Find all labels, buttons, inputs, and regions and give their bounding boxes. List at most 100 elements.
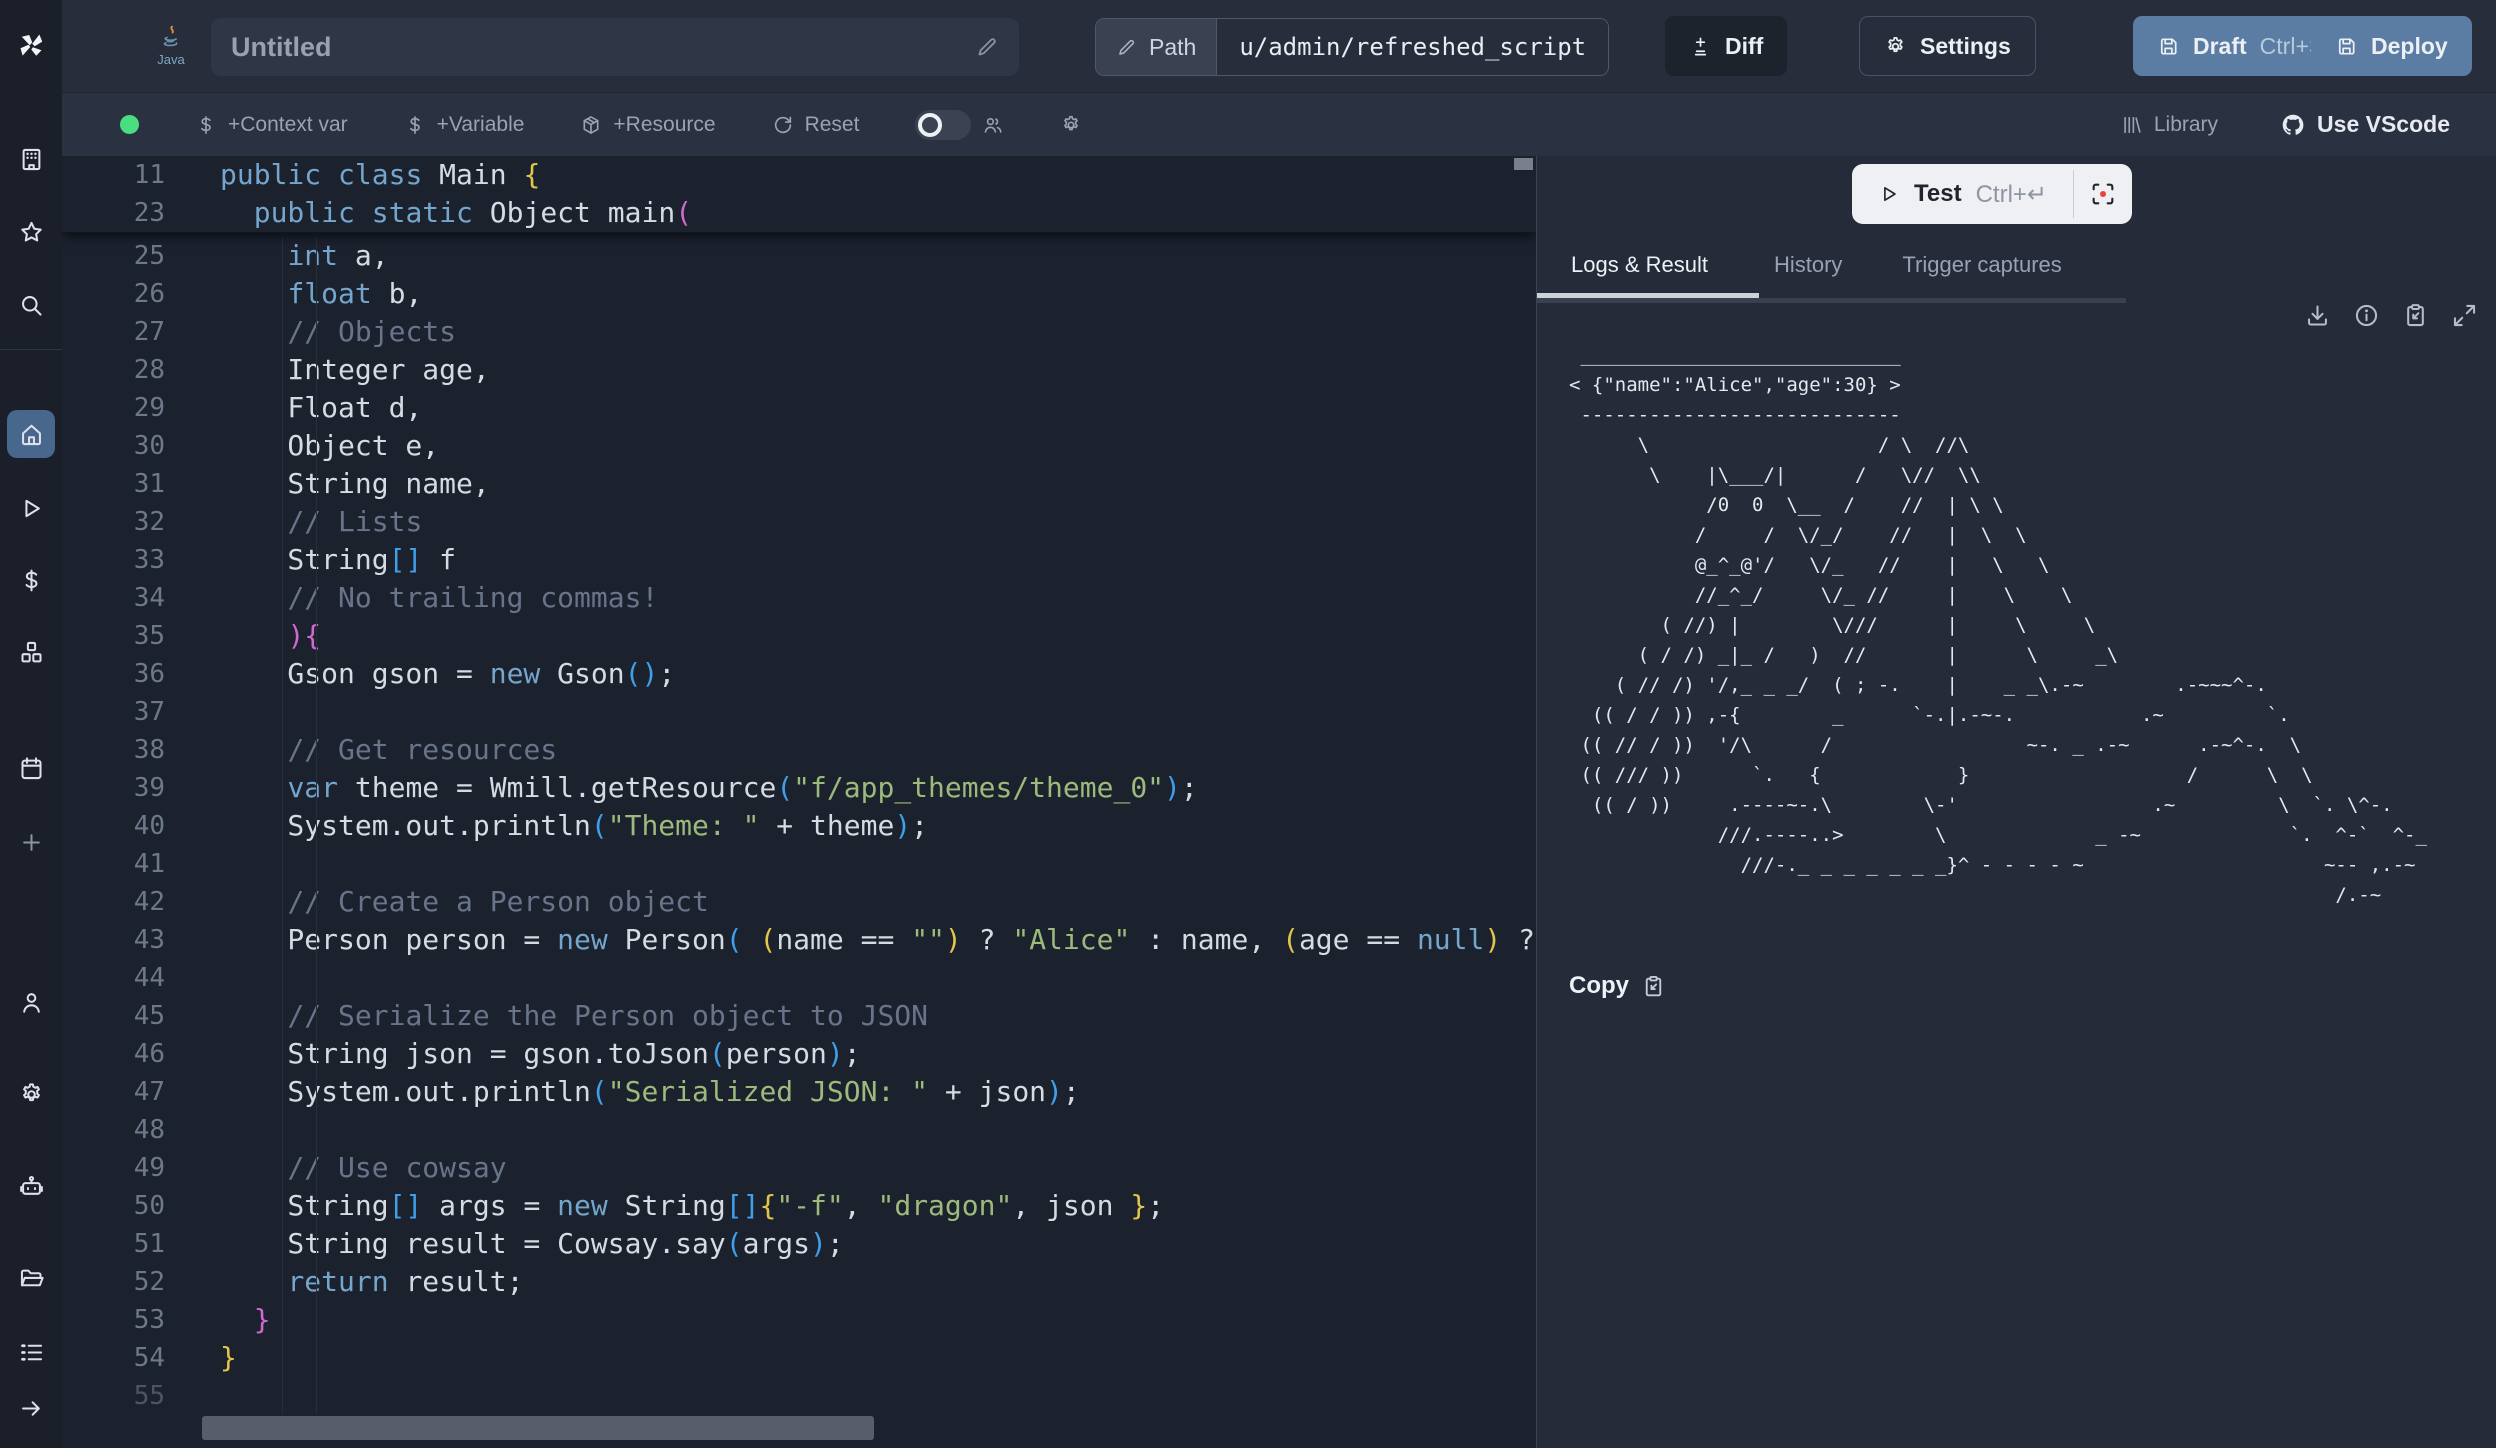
sidebar-item-gear-icon[interactable]: [7, 1070, 55, 1118]
code-line-52[interactable]: 52 return result;: [62, 1263, 1536, 1301]
test-button-group: Test Ctrl+↵: [1852, 164, 2132, 224]
sidebar-item-dollar-icon[interactable]: [7, 556, 55, 604]
edit-title-icon[interactable]: [975, 35, 999, 59]
code-line-51[interactable]: 51 String result = Cowsay.say(args);: [62, 1225, 1536, 1263]
line-number: 48: [62, 1111, 165, 1149]
capture-button[interactable]: [2074, 164, 2132, 224]
add-context-var-label: +Context var: [228, 113, 348, 137]
code-line-34[interactable]: 34 // No trailing commas!: [62, 579, 1536, 617]
expand-icon[interactable]: [2451, 302, 2478, 329]
code-line-49[interactable]: 49 // Use cowsay: [62, 1149, 1536, 1187]
editor-settings-button[interactable]: [1060, 114, 1082, 136]
code-line-42[interactable]: 42 // Create a Person object: [62, 883, 1536, 921]
sidebar-item-home-icon[interactable]: [7, 410, 55, 458]
toggle-switch[interactable]: [915, 110, 971, 140]
settings-button[interactable]: Settings: [1859, 16, 2036, 76]
code-line-55[interactable]: 55: [62, 1377, 1536, 1415]
code-line-28[interactable]: 28 Integer age,: [62, 351, 1536, 389]
sidebar-item-robot-icon[interactable]: [7, 1162, 55, 1210]
download-icon[interactable]: [2304, 302, 2331, 329]
code-line-41[interactable]: 41: [62, 845, 1536, 883]
dollar-icon: [404, 114, 426, 136]
copy-button[interactable]: Copy: [1569, 972, 1666, 1000]
code-line-46[interactable]: 46 String json = gson.toJson(person);: [62, 1035, 1536, 1073]
code-line-29[interactable]: 29 Float d,: [62, 389, 1536, 427]
code-line-45[interactable]: 45 // Serialize the Person object to JSO…: [62, 997, 1536, 1035]
code-line-50[interactable]: 50 String[] args = new String[]{"-f", "d…: [62, 1187, 1536, 1225]
sidebar-item-person-icon[interactable]: [7, 978, 55, 1026]
code-lines: 25 int a,26 float b,27 // Objects28 Inte…: [62, 237, 1536, 1415]
code-editor[interactable]: 25 int a,26 float b,27 // Objects28 Inte…: [62, 156, 1536, 1448]
sidebar-item-arrow-right-icon[interactable]: [7, 1384, 55, 1432]
code-line-30[interactable]: 30 Object e,: [62, 427, 1536, 465]
line-number: 55: [62, 1377, 165, 1415]
active-tab-indicator: [1537, 293, 1759, 298]
path-button[interactable]: Path u/admin/refreshed_script: [1095, 18, 1609, 76]
code-line-53[interactable]: 53 }: [62, 1301, 1536, 1339]
github-icon: [2280, 112, 2306, 138]
code-line-26[interactable]: 26 float b,: [62, 275, 1536, 313]
tab-history[interactable]: History: [1744, 232, 1872, 298]
vertical-scrollbar[interactable]: [1514, 158, 1533, 170]
code-line-43[interactable]: 43 Person person = new Person( (name == …: [62, 921, 1536, 959]
code-line-33[interactable]: 33 String[] f: [62, 541, 1536, 579]
code-line-35[interactable]: 35 ){: [62, 617, 1536, 655]
sidebar-item-search-icon[interactable]: [7, 281, 55, 329]
code-line-47[interactable]: 47 System.out.println("Serialized JSON: …: [62, 1073, 1536, 1111]
code-text: String json = gson.toJson(person);: [165, 1035, 861, 1073]
sidebar-item-plus-icon[interactable]: [7, 818, 55, 866]
code-line-31[interactable]: 31 String name,: [62, 465, 1536, 503]
path-label: Path: [1149, 34, 1196, 61]
assistant-toggle[interactable]: [915, 110, 1004, 140]
windmill-logo-icon[interactable]: [16, 30, 46, 60]
code-line-40[interactable]: 40 System.out.println("Theme: " + theme)…: [62, 807, 1536, 845]
code-text: String result = Cowsay.say(args);: [165, 1225, 844, 1263]
code-line-11[interactable]: 11public class Main {: [62, 156, 1536, 194]
code-line-48[interactable]: 48: [62, 1111, 1536, 1149]
code-line-37[interactable]: 37: [62, 693, 1536, 731]
clipboard-icon[interactable]: [2402, 302, 2429, 329]
horizontal-scrollbar-track: [140, 1416, 1536, 1440]
code-text: Object e,: [165, 427, 439, 465]
tab-logs-result[interactable]: Logs & Result: [1537, 232, 1744, 298]
code-line-25[interactable]: 25 int a,: [62, 237, 1536, 275]
script-title: Untitled: [231, 32, 975, 63]
horizontal-scrollbar[interactable]: [202, 1416, 874, 1440]
sidebar-item-star-icon[interactable]: [7, 208, 55, 256]
sidebar-item-play-icon[interactable]: [7, 484, 55, 532]
code-text: Person person = new Person( (name == "")…: [165, 921, 1535, 959]
deploy-button[interactable]: Deploy: [2311, 16, 2472, 76]
sidebar-item-list-icon[interactable]: [7, 1328, 55, 1376]
add-resource-button[interactable]: +Resource: [580, 113, 715, 137]
code-text: String[] f: [165, 541, 456, 579]
test-button[interactable]: Test Ctrl+↵: [1852, 164, 2073, 224]
add-variable-label: +Variable: [437, 113, 525, 137]
tab-trigger-captures[interactable]: Trigger captures: [1872, 232, 2091, 298]
code-line-38[interactable]: 38 // Get resources: [62, 731, 1536, 769]
sidebar-item-calendar-icon[interactable]: [7, 744, 55, 792]
code-line-32[interactable]: 32 // Lists: [62, 503, 1536, 541]
diff-button[interactable]: Diff: [1665, 16, 1787, 76]
sidebar-item-cubes-icon[interactable]: [7, 628, 55, 676]
sidebar-divider: [0, 349, 62, 350]
code-line-39[interactable]: 39 var theme = Wmill.getResource("f/app_…: [62, 769, 1536, 807]
add-variable-button[interactable]: +Variable: [404, 113, 525, 137]
script-title-input[interactable]: Untitled: [211, 18, 1019, 76]
info-icon[interactable]: [2353, 302, 2380, 329]
sidebar-item-building-icon[interactable]: [7, 135, 55, 183]
library-button[interactable]: Library: [2121, 113, 2218, 137]
code-text: // Objects: [165, 313, 456, 351]
code-text: [165, 959, 220, 997]
add-context-var-button[interactable]: +Context var: [195, 113, 348, 137]
code-line-27[interactable]: 27 // Objects: [62, 313, 1536, 351]
code-line-54[interactable]: 54}: [62, 1339, 1536, 1377]
code-line-36[interactable]: 36 Gson gson = new Gson();: [62, 655, 1536, 693]
windmill-script-editor: Java Untitled Path u/admin/refreshed_scr…: [0, 0, 2496, 1448]
use-vscode-button[interactable]: Use VScode: [2280, 111, 2450, 138]
code-line-44[interactable]: 44: [62, 959, 1536, 997]
copy-label: Copy: [1569, 972, 1629, 1000]
reset-button[interactable]: Reset: [772, 113, 860, 137]
sidebar-item-folder-icon[interactable]: [7, 1254, 55, 1302]
line-number: 47: [62, 1073, 165, 1111]
code-line-23[interactable]: 23 public static Object main(: [62, 194, 1536, 232]
